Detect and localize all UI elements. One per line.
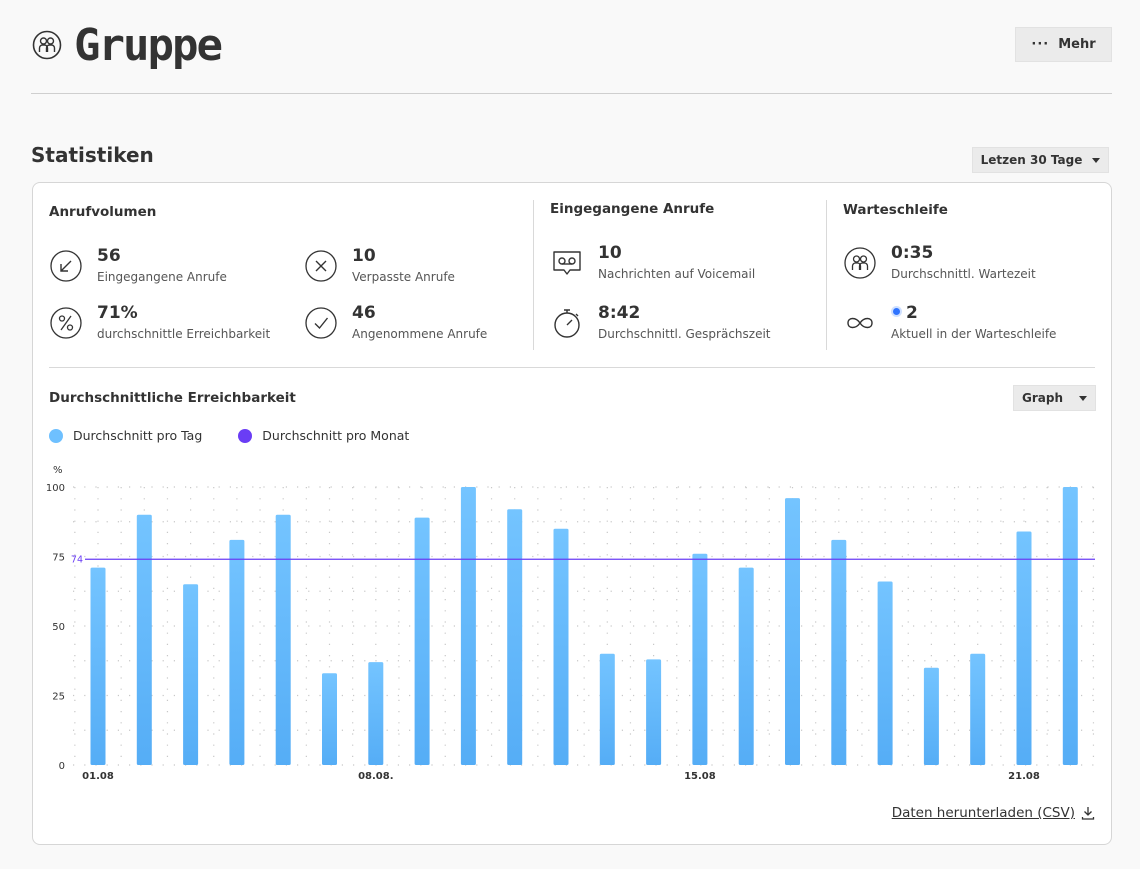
- bar-day-21: [1016, 531, 1032, 765]
- section-title: Statistiken: [31, 143, 154, 167]
- y-tick-label: 75: [52, 553, 65, 564]
- bar-day-3: [183, 584, 199, 765]
- stat-talk-time-label: Durchschnittl. Gesprächszeit: [598, 327, 771, 341]
- bar-day-22: [1062, 487, 1078, 765]
- bar-day-1: [90, 567, 106, 765]
- download-csv-link[interactable]: Daten herunterladen (CSV): [892, 805, 1095, 821]
- bar-day-9: [460, 487, 476, 765]
- x-tick-label: 01.08: [82, 771, 114, 782]
- bar-day-17: [831, 539, 847, 765]
- stat-missed-label: Verpasste Anrufe: [352, 270, 455, 284]
- stopwatch-icon: [554, 309, 580, 338]
- column-divider: [826, 200, 827, 350]
- caret-down-icon: [1079, 395, 1087, 401]
- infinity-icon: [847, 317, 873, 329]
- y-tick-label: 25: [52, 692, 65, 703]
- stat-accepted-label: Angenommene Anrufe: [352, 327, 488, 341]
- stat-reachability-value: 71%: [97, 303, 138, 323]
- caret-down-icon: [1092, 157, 1101, 163]
- bar-day-16: [785, 498, 800, 765]
- date-range-dropdown[interactable]: Letzen 30 Tage: [972, 147, 1109, 173]
- column-divider: [533, 200, 534, 350]
- stat-talk-time-value: 8:42: [598, 303, 641, 323]
- y-tick-label: 50: [52, 622, 65, 633]
- bar-day-7: [368, 662, 384, 765]
- stat-incoming-label: Eingegangene Anrufe: [97, 270, 227, 284]
- chart-legend: Durchschnitt pro Tag Durchschnitt pro Mo…: [49, 428, 409, 443]
- chart-view-dropdown[interactable]: Graph: [1013, 385, 1096, 411]
- x-tick-label: 21.08: [1008, 771, 1040, 782]
- stat-missed-value: 10: [352, 246, 376, 266]
- call-volume-title: Anrufvolumen: [49, 204, 157, 220]
- stat-accepted-value: 46: [352, 303, 376, 323]
- live-status-dot-icon: [893, 308, 900, 315]
- more-button[interactable]: ··· Mehr: [1015, 27, 1112, 62]
- queue-title: Warteschleife: [843, 202, 948, 218]
- legend-label-monthly: Durchschnitt pro Monat: [262, 428, 410, 443]
- reachability-bar-chart: % 0 25 50 75 100 74 01.08 08.08. 15.08 21.08: [46, 465, 1095, 782]
- page-header: Gruppe ··· Mehr: [30, 20, 1112, 72]
- monthly-average-label: 74: [71, 554, 83, 565]
- download-icon: [1081, 807, 1095, 820]
- x-tick-label: 15.08: [684, 771, 716, 782]
- bar-day-20: [970, 653, 986, 765]
- header-divider: [31, 93, 1112, 94]
- statistics-card: Anrufvolumen 56 Eingegangene Anrufe 10 V…: [32, 182, 1112, 845]
- bar-day-5: [275, 514, 291, 765]
- bar-day-4: [229, 539, 245, 765]
- bar-day-8: [414, 517, 430, 765]
- more-button-label: Mehr: [1058, 37, 1096, 52]
- download-csv-label: Daten herunterladen (CSV): [891, 805, 1075, 821]
- bar-day-11: [553, 528, 569, 765]
- stats-divider: [49, 367, 1095, 368]
- stat-wait-time-label: Durchschnittl. Wartezeit: [891, 267, 1036, 281]
- bar-day-14: [692, 553, 708, 765]
- bar-day-12: [599, 653, 615, 765]
- bar-day-19: [923, 667, 939, 765]
- bar-day-13: [646, 659, 662, 765]
- stat-incoming-value: 56: [97, 246, 121, 266]
- incoming-calls-title: Eingegangene Anrufe: [550, 201, 715, 217]
- legend-item-monthly: Durchschnitt pro Monat: [238, 428, 409, 443]
- stat-voicemail-value: 10: [598, 243, 622, 263]
- voicemail-icon: [553, 251, 581, 275]
- check-icon: [305, 307, 337, 339]
- stat-in-queue-value: 2: [891, 303, 918, 323]
- y-tick-label: 100: [46, 483, 65, 494]
- date-range-label: Letzen 30 Tage: [980, 153, 1083, 167]
- legend-label-daily: Durchschnitt pro Tag: [73, 428, 203, 443]
- group-icon: [32, 30, 62, 60]
- bar-day-10: [507, 509, 523, 765]
- x-tick-label: 08.08.: [358, 771, 393, 782]
- page-title: Gruppe: [74, 20, 223, 71]
- legend-swatch-monthly: [238, 428, 253, 443]
- bar-day-6: [322, 673, 337, 765]
- y-axis-label: %: [53, 465, 63, 476]
- legend-swatch-daily: [49, 428, 63, 443]
- legend-item-daily: Durchschnitt pro Tag: [49, 428, 202, 443]
- chart-title: Durchschnittliche Erreichbarkeit: [49, 390, 296, 406]
- stat-in-queue-label: Aktuell in der Warteschleife: [891, 327, 1057, 341]
- stat-wait-time-value: 0:35: [891, 243, 934, 263]
- group-icon: [844, 247, 876, 279]
- bar-day-2: [136, 514, 152, 765]
- stat-voicemail-label: Nachrichten auf Voicemail: [598, 267, 756, 281]
- bar-day-18: [877, 581, 893, 765]
- more-dots-icon: ···: [1031, 37, 1050, 52]
- chart-view-label: Graph: [1022, 391, 1063, 405]
- missed-call-icon: [305, 250, 337, 282]
- incoming-call-icon: [50, 250, 82, 282]
- stat-reachability-label: durchschnittle Erreichbarkeit: [97, 327, 271, 341]
- percent-icon: [50, 307, 82, 339]
- bar-day-15: [738, 567, 754, 765]
- y-tick-label: 0: [59, 761, 65, 772]
